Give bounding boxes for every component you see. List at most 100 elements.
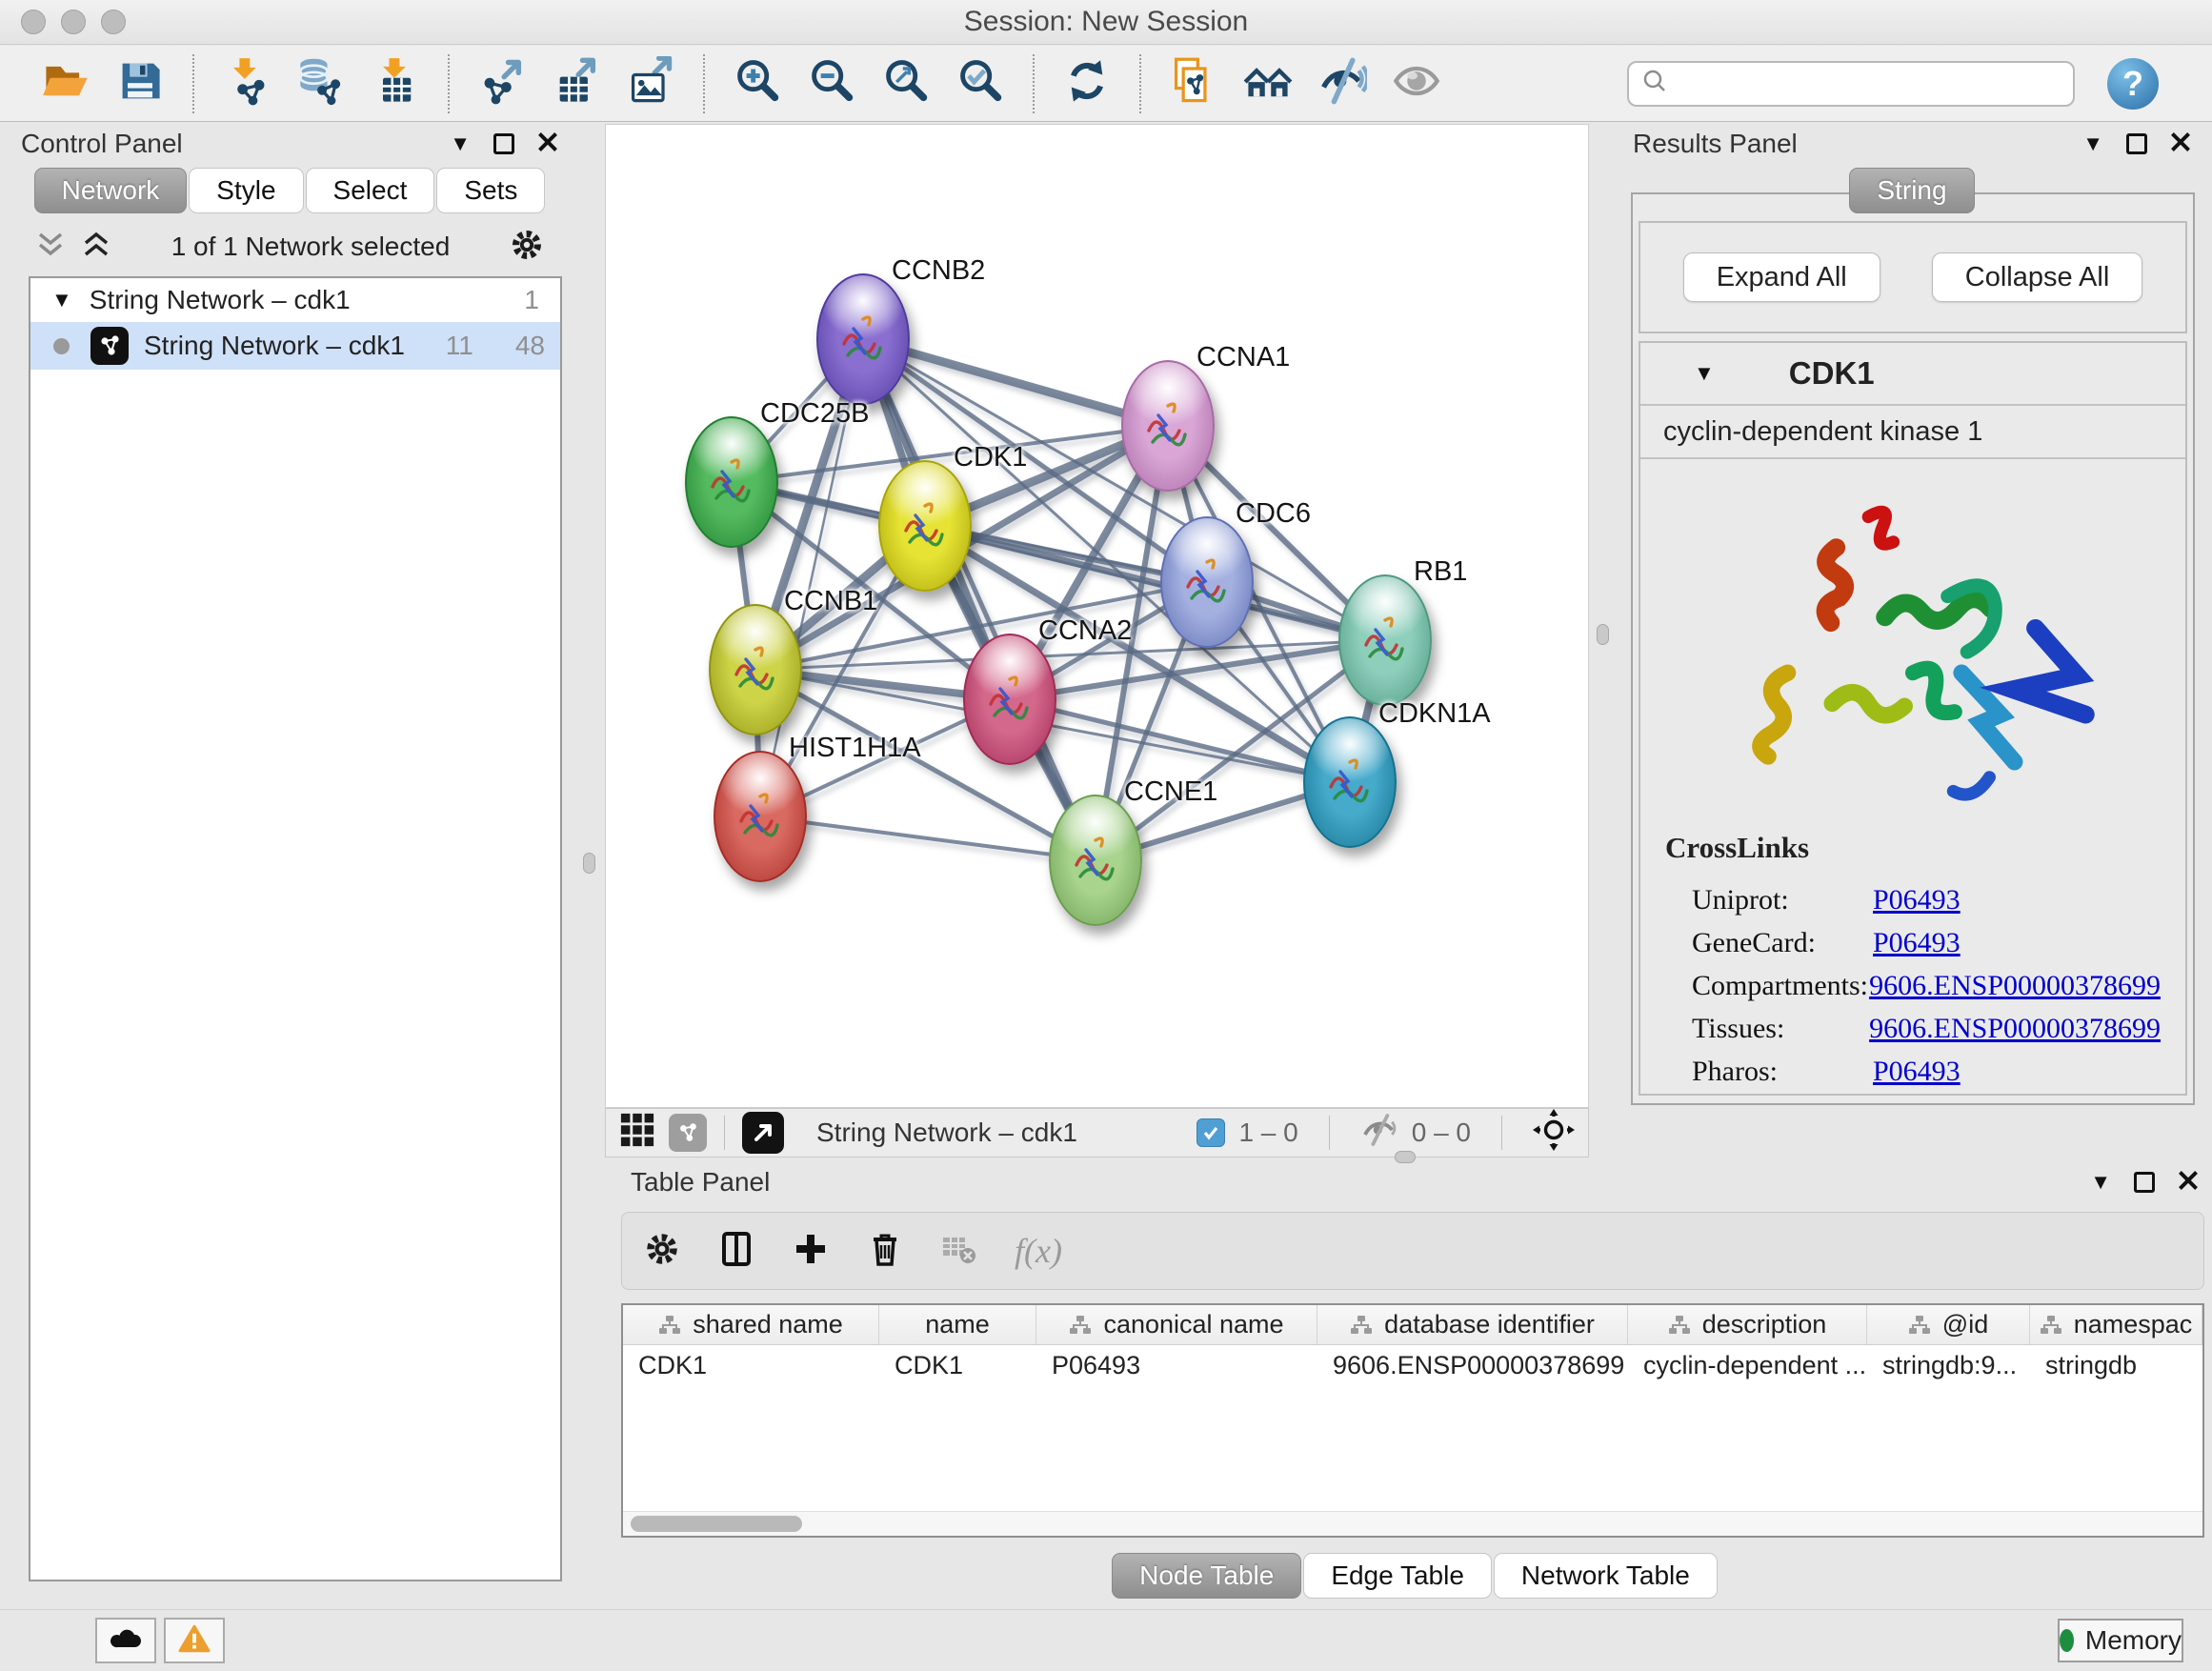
cell-description[interactable]: cyclin-dependent ... — [1628, 1345, 1867, 1385]
scrollbar-thumb[interactable] — [631, 1516, 802, 1532]
birds-eye-view-button[interactable] — [742, 1112, 784, 1154]
hidden-items-icon[interactable] — [1360, 1114, 1398, 1153]
zoom-out-button[interactable] — [804, 56, 859, 111]
uniprot-link[interactable]: P06493 — [1873, 884, 1961, 916]
column-header[interactable]: namespac — [2030, 1305, 2202, 1344]
search-input[interactable] — [1669, 69, 2050, 98]
gene-expander-icon[interactable]: ▼ — [1694, 363, 1715, 384]
network-node-CCNB2[interactable] — [816, 273, 910, 405]
maximize-panel-button[interactable] — [2126, 133, 2147, 154]
network-edge[interactable] — [760, 816, 1096, 860]
toolbar-search[interactable] — [1627, 61, 2075, 107]
network-node-HIST1H1A[interactable] — [714, 751, 807, 882]
column-header[interactable]: canonical name — [1036, 1305, 1317, 1344]
zoom-in-button[interactable] — [730, 56, 785, 111]
collapse-all-button[interactable]: Collapse All — [1932, 252, 2143, 302]
help-button[interactable]: ? — [2107, 58, 2159, 110]
save-session-button[interactable] — [112, 56, 168, 111]
column-header[interactable]: name — [879, 1305, 1036, 1344]
import-table-file-button[interactable] — [368, 56, 423, 111]
selected-nodes-checkbox[interactable] — [1196, 1118, 1225, 1147]
table-options-gear-icon[interactable] — [643, 1230, 681, 1273]
network-node-CCNB1[interactable] — [709, 604, 802, 735]
detach-view-icon[interactable] — [669, 1114, 707, 1152]
network-node-CDKN1A[interactable] — [1303, 716, 1397, 848]
tab-edge-table[interactable]: Edge Table — [1303, 1553, 1492, 1599]
tab-node-table[interactable]: Node Table — [1112, 1553, 1301, 1599]
float-panel-button[interactable]: ▼ — [450, 133, 471, 154]
network-node-CDK1[interactable] — [878, 460, 972, 592]
cell-database-identifier[interactable]: 9606.ENSP00000378699 — [1317, 1345, 1628, 1385]
memory-button[interactable]: Memory — [2058, 1619, 2183, 1662]
show-glass-effect-button[interactable] — [1389, 56, 1444, 111]
fit-content-crosshair-icon[interactable] — [1533, 1109, 1575, 1158]
show-grid-icon[interactable] — [619, 1112, 655, 1155]
network-node-CDC6[interactable] — [1160, 516, 1254, 648]
maximize-panel-button[interactable] — [493, 133, 514, 154]
tab-select[interactable]: Select — [306, 168, 435, 213]
open-session-button[interactable] — [38, 56, 93, 111]
tab-style[interactable]: Style — [189, 168, 303, 213]
column-header[interactable]: @id — [1867, 1305, 2030, 1344]
horizontal-scrollbar[interactable] — [623, 1511, 2202, 1536]
search-icon — [1640, 67, 1669, 100]
column-header[interactable]: shared name — [623, 1305, 879, 1344]
export-image-button[interactable] — [623, 56, 678, 111]
float-panel-button[interactable]: ▼ — [2082, 133, 2103, 154]
cell-name[interactable]: CDK1 — [879, 1345, 1036, 1385]
tab-sets[interactable]: Sets — [436, 168, 545, 213]
cell-namespace[interactable]: stringdb — [2030, 1345, 2202, 1385]
zoom-fit-button[interactable] — [878, 56, 934, 111]
network-node-RB1[interactable] — [1338, 574, 1432, 706]
network-edge[interactable] — [863, 339, 1096, 860]
network-options-gear-icon[interactable] — [509, 227, 545, 268]
apply-layout-button[interactable] — [1059, 56, 1115, 111]
float-panel-button[interactable]: ▼ — [2090, 1172, 2111, 1193]
network-node-CDC25B[interactable] — [685, 416, 778, 548]
import-network-file-button[interactable] — [219, 56, 274, 111]
string-home-button[interactable] — [1240, 56, 1296, 111]
delete-column-trash-icon[interactable] — [866, 1230, 904, 1273]
tab-network[interactable]: Network — [34, 168, 188, 213]
export-table-button[interactable] — [549, 56, 604, 111]
column-header[interactable]: description — [1628, 1305, 1867, 1344]
export-network-button[interactable] — [474, 56, 530, 111]
warnings-button[interactable] — [164, 1618, 225, 1663]
pharos-link[interactable]: P06493 — [1873, 1056, 1961, 1088]
network-collection-row[interactable]: ▼ String Network – cdk1 1 — [30, 278, 560, 322]
bottom-splitter-handle[interactable] — [1395, 1151, 1416, 1163]
expand-all-networks-button[interactable] — [80, 231, 112, 264]
network-row-selected[interactable]: String Network – cdk1 11 48 — [30, 322, 560, 370]
hide-glass-effect-button[interactable] — [1315, 56, 1370, 111]
network-node-CCNA2[interactable] — [963, 634, 1056, 765]
expand-all-button[interactable]: Expand All — [1683, 252, 1880, 302]
right-splitter-handle[interactable] — [1597, 624, 1609, 645]
zoom-selected-button[interactable] — [953, 56, 1008, 111]
genecard-link[interactable]: P06493 — [1873, 927, 1961, 959]
cloud-status-button[interactable] — [95, 1618, 156, 1663]
compartments-link[interactable]: 9606.ENSP00000378699 — [1869, 970, 2161, 1002]
column-header[interactable]: database identifier — [1317, 1305, 1628, 1344]
cell-id[interactable]: stringdb:9... — [1867, 1345, 2030, 1385]
crosslink-label: GeneCard: — [1665, 927, 1873, 959]
import-network-database-button[interactable] — [293, 56, 349, 111]
close-panel-button[interactable] — [537, 131, 558, 157]
cell-shared-name[interactable]: CDK1 — [623, 1345, 879, 1385]
network-node-CCNE1[interactable] — [1049, 795, 1142, 926]
cell-canonical-name[interactable]: P06493 — [1036, 1345, 1317, 1385]
tissues-link[interactable]: 9606.ENSP00000378699 — [1869, 1013, 2161, 1045]
collapse-all-networks-button[interactable] — [34, 231, 67, 264]
show-columns-icon[interactable] — [717, 1230, 755, 1273]
close-panel-button[interactable] — [2178, 1170, 2199, 1196]
close-panel-button[interactable] — [2170, 131, 2191, 157]
create-column-icon[interactable] — [792, 1230, 830, 1273]
collection-expander-icon[interactable]: ▼ — [51, 290, 72, 311]
string-protein-query-button[interactable] — [1166, 56, 1221, 111]
maximize-panel-button[interactable] — [2134, 1172, 2155, 1193]
tab-network-table[interactable]: Network Table — [1494, 1553, 1718, 1599]
network-canvas[interactable]: CCNB2CCNA1CDC25BCDK1CDC6RB1CCNB1CCNA2CDK… — [605, 124, 1589, 1108]
left-splitter-handle[interactable] — [583, 853, 595, 874]
network-node-CCNA1[interactable] — [1121, 360, 1215, 492]
table-row[interactable]: CDK1 CDK1 P06493 9606.ENSP00000378699 cy… — [623, 1345, 2202, 1385]
tab-string-results[interactable]: String — [1849, 168, 1974, 213]
